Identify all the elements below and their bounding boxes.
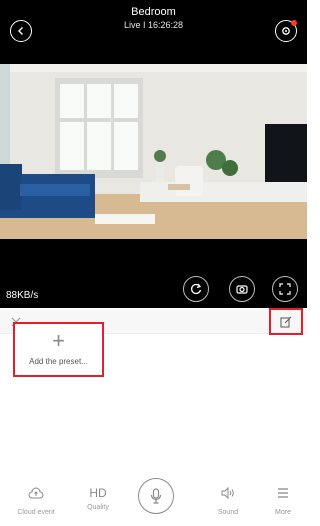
notification-dot: [291, 20, 297, 26]
fullscreen-button[interactable]: [272, 276, 298, 302]
sound-button[interactable]: Sound: [203, 486, 253, 516]
camera-feed[interactable]: [0, 64, 307, 239]
sound-label: Sound: [217, 509, 239, 516]
hd-label: HD: [89, 486, 107, 500]
settings-icon: [282, 27, 290, 35]
video-panel: Bedroom Live I 16:26:28 88KB/s: [0, 0, 307, 308]
more-label: More: [275, 509, 291, 516]
cloud-icon: [28, 487, 44, 499]
bitrate-readout: 88KB/s: [6, 290, 39, 301]
rotate-button[interactable]: [183, 276, 209, 302]
cloud-event-label: Cloud event: [17, 509, 55, 516]
cloud-event-button[interactable]: Cloud event: [11, 486, 61, 516]
edit-icon: [280, 316, 292, 328]
header: Bedroom Live I 16:26:28: [0, 0, 307, 64]
camera-icon: [236, 285, 248, 294]
fullscreen-icon: [279, 283, 291, 295]
quality-label: Quality: [87, 504, 109, 511]
page-title: Bedroom: [131, 6, 176, 18]
add-preset-label: Add the preset...: [29, 357, 88, 366]
edit-button[interactable]: [269, 308, 303, 335]
room-scene: [0, 64, 307, 239]
mic-icon: [150, 488, 162, 504]
plus-icon: +: [52, 328, 65, 353]
add-preset-button[interactable]: + Add the preset...: [13, 322, 104, 377]
rotate-icon: [191, 283, 202, 295]
live-status: Live I 16:26:28: [123, 20, 184, 30]
quality-button[interactable]: HD Quality: [73, 486, 123, 511]
menu-icon: [278, 488, 288, 498]
talk-button[interactable]: [138, 478, 174, 514]
sound-icon: [221, 486, 234, 500]
more-button[interactable]: More: [258, 486, 308, 516]
settings-button[interactable]: [275, 20, 297, 42]
snapshot-button[interactable]: [229, 276, 255, 302]
